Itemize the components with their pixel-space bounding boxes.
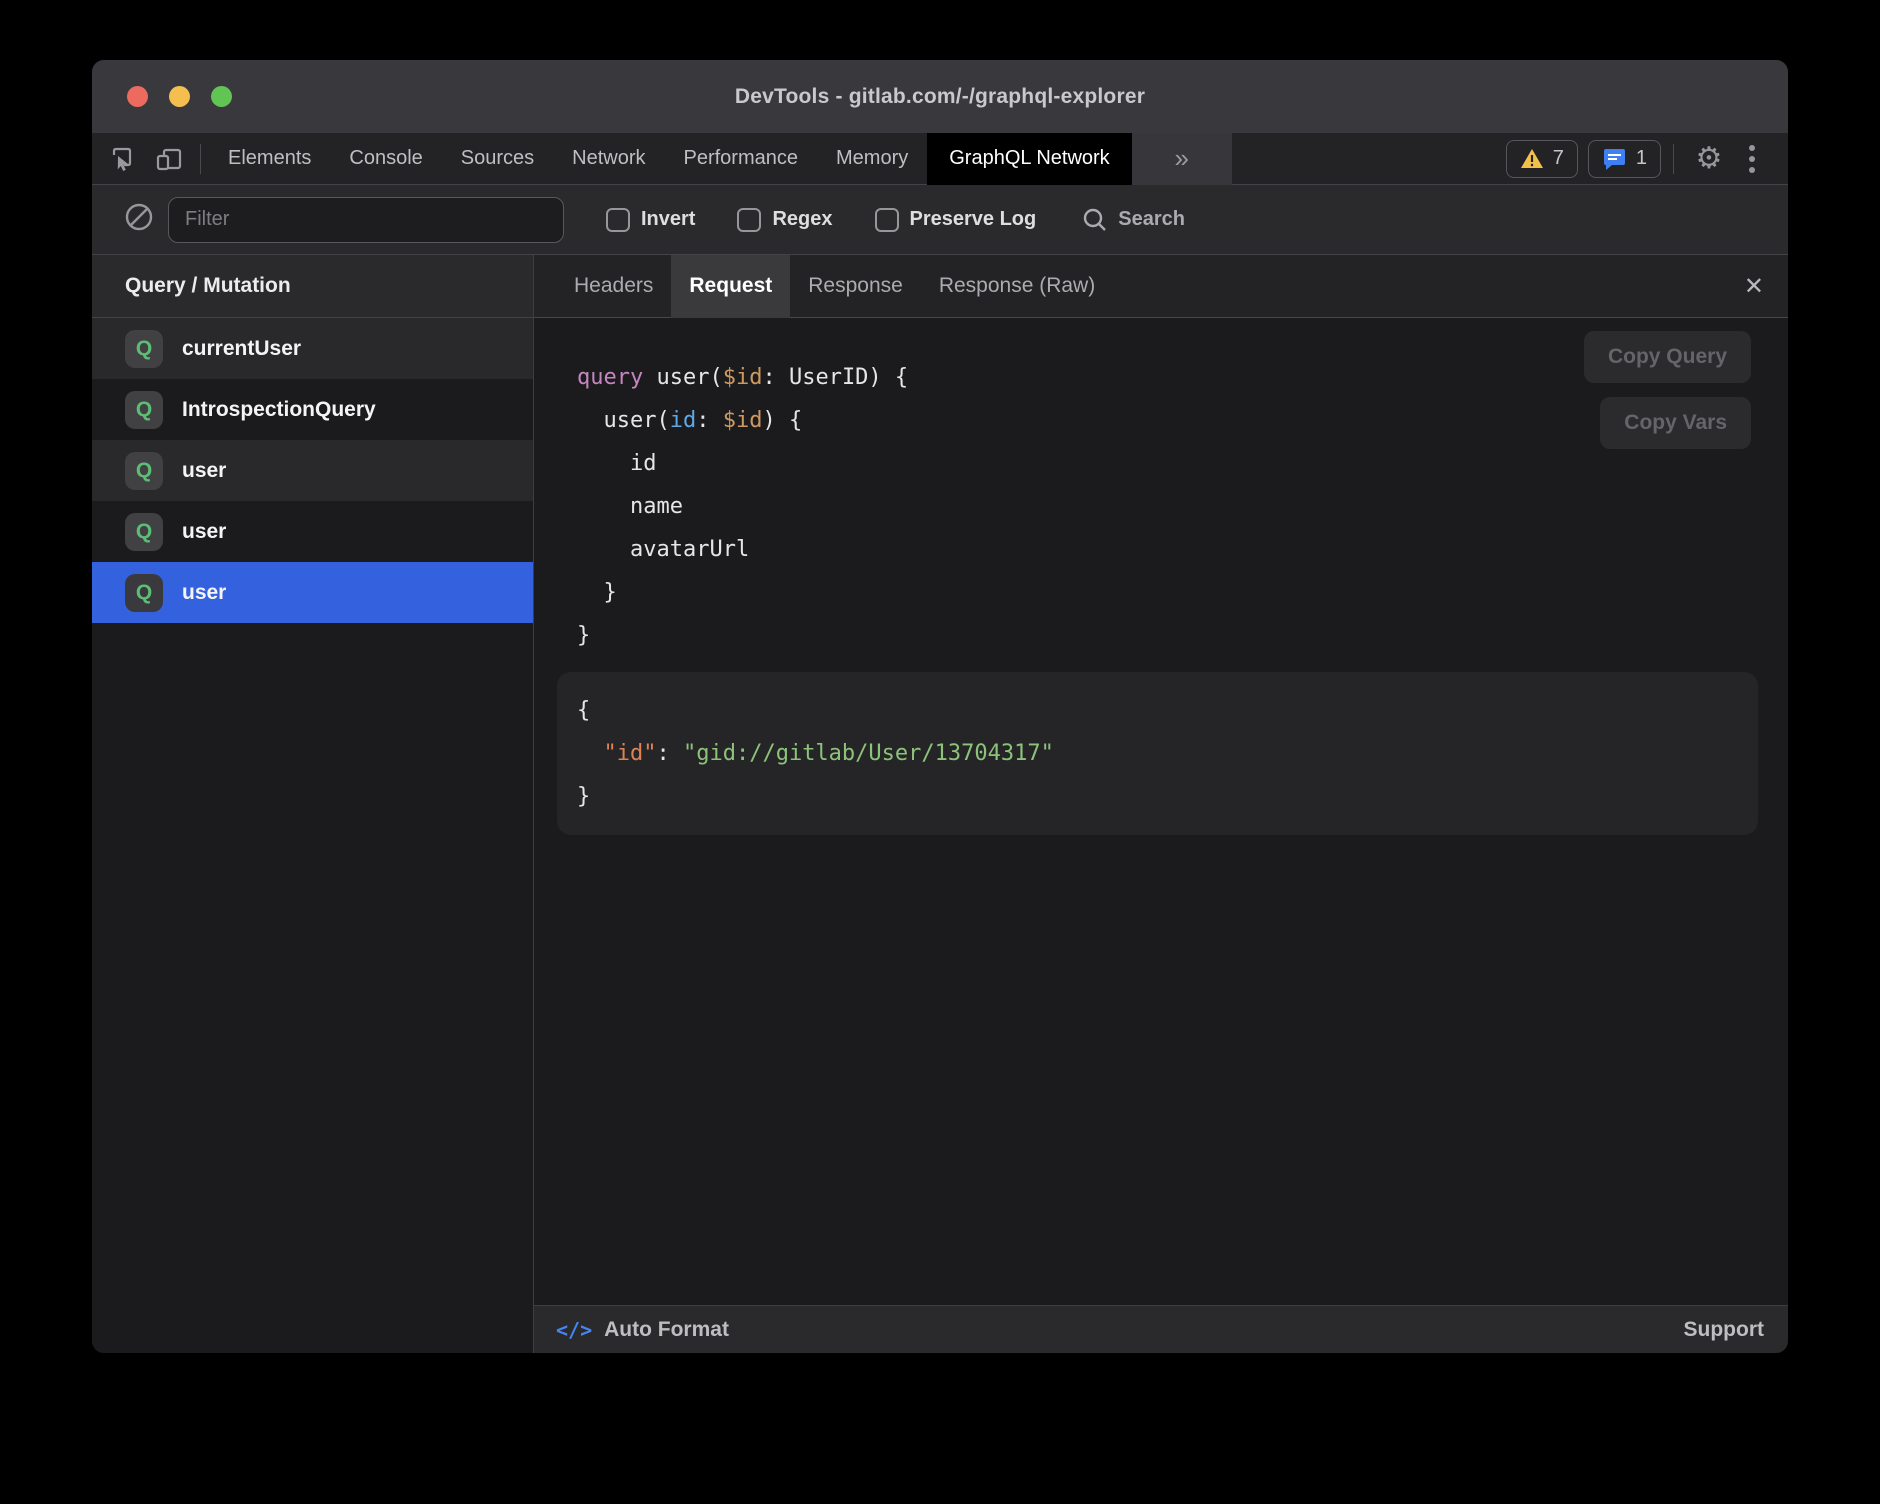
- code-brackets-icon: </>: [556, 1318, 592, 1342]
- inspect-element-icon[interactable]: [100, 133, 146, 185]
- tab-response-raw[interactable]: Response (Raw): [921, 255, 1113, 318]
- filter-input[interactable]: [168, 197, 564, 243]
- code-line: }: [577, 775, 1758, 818]
- invert-label: Invert: [641, 208, 695, 231]
- issues-count: 1: [1636, 147, 1647, 170]
- device-toolbar-icon[interactable]: [146, 133, 192, 185]
- warnings-badge[interactable]: 7: [1506, 140, 1578, 178]
- window-title: DevTools - gitlab.com/-/graphql-explorer: [735, 85, 1145, 109]
- issues-badge[interactable]: 1: [1588, 140, 1661, 178]
- more-tabs-button[interactable]: »: [1132, 133, 1232, 185]
- copy-query-button[interactable]: Copy Query: [1584, 331, 1751, 383]
- detail-footer: </> Auto Format Support: [534, 1305, 1788, 1353]
- tab-headers[interactable]: Headers: [556, 255, 671, 318]
- code-line: name: [577, 485, 1788, 528]
- tab-graphql-network[interactable]: GraphQL Network: [927, 133, 1131, 185]
- query-name-label: currentUser: [182, 337, 301, 361]
- query-name-label: IntrospectionQuery: [182, 398, 376, 422]
- query-list-item[interactable]: Q IntrospectionQuery: [92, 379, 533, 440]
- tab-network[interactable]: Network: [553, 133, 664, 185]
- query-list-item[interactable]: Quser: [92, 501, 533, 562]
- preserve-log-label: Preserve Log: [910, 208, 1037, 231]
- regex-checkbox[interactable]: Regex: [737, 208, 832, 232]
- query-type-badge: Q: [125, 513, 163, 551]
- tab-performance[interactable]: Performance: [665, 133, 818, 185]
- request-variables: { "id": "gid://gitlab/User/13704317"}: [557, 672, 1758, 835]
- detail-panel: Headers Request Response Response (Raw) …: [534, 255, 1788, 1353]
- minimize-window-button[interactable]: [169, 86, 190, 107]
- settings-gear-icon[interactable]: ⚙: [1686, 141, 1732, 176]
- query-type-badge: Q: [125, 391, 163, 429]
- divider: [1673, 144, 1674, 174]
- more-options-icon[interactable]: [1732, 145, 1772, 173]
- close-detail-icon[interactable]: ✕: [1744, 272, 1764, 301]
- query-name-label: user: [182, 520, 226, 544]
- tab-console[interactable]: Console: [330, 133, 441, 185]
- query-list-item[interactable]: QcurrentUser: [92, 318, 533, 379]
- code-line: }: [577, 614, 1788, 657]
- title-bar: DevTools - gitlab.com/-/graphql-explorer: [92, 60, 1788, 133]
- code-line: {: [577, 689, 1758, 732]
- tab-bar-right-cluster: 7 1 ⚙: [1496, 140, 1788, 178]
- checkbox-icon: [606, 208, 630, 232]
- main-split: Query / Mutation QcurrentUserQIntrospect…: [92, 255, 1788, 1353]
- query-list-item[interactable]: Quser: [92, 562, 533, 623]
- warning-count: 7: [1553, 147, 1564, 170]
- preserve-log-checkbox[interactable]: Preserve Log: [875, 208, 1037, 232]
- tab-sources[interactable]: Sources: [442, 133, 553, 185]
- invert-checkbox[interactable]: Invert: [606, 208, 695, 232]
- auto-format-button[interactable]: Auto Format: [604, 1318, 729, 1342]
- clear-block-icon[interactable]: [124, 202, 154, 237]
- code-line: }: [577, 571, 1788, 614]
- tab-response[interactable]: Response: [790, 255, 921, 318]
- request-body: query user($id: UserID) { user(id: $id) …: [534, 318, 1788, 1305]
- tab-memory[interactable]: Memory: [817, 133, 927, 185]
- code-line: avatarUrl: [577, 528, 1788, 571]
- regex-label: Regex: [772, 208, 832, 231]
- query-list: QcurrentUserQIntrospectionQueryQuserQuse…: [92, 318, 533, 623]
- support-link[interactable]: Support: [1684, 1318, 1764, 1342]
- query-list-panel: Query / Mutation QcurrentUserQIntrospect…: [92, 255, 534, 1353]
- query-list-item[interactable]: Quser: [92, 440, 533, 501]
- query-type-badge: Q: [125, 330, 163, 368]
- zoom-window-button[interactable]: [211, 86, 232, 107]
- traffic-lights: [127, 60, 232, 133]
- warning-triangle-icon: [1520, 148, 1544, 170]
- code-line: "id": "gid://gitlab/User/13704317": [577, 732, 1758, 775]
- copy-vars-button[interactable]: Copy Vars: [1600, 397, 1751, 449]
- close-window-button[interactable]: [127, 86, 148, 107]
- search-label: Search: [1118, 208, 1185, 231]
- filter-toolbar: Invert Regex Preserve Log Search: [92, 185, 1788, 255]
- devtools-tab-bar: Elements Console Sources Network Perform…: [92, 133, 1788, 185]
- message-bubble-icon: [1602, 147, 1627, 171]
- query-list-header: Query / Mutation: [92, 255, 533, 318]
- search-icon: [1082, 207, 1108, 233]
- query-type-badge: Q: [125, 452, 163, 490]
- tab-elements[interactable]: Elements: [209, 133, 330, 185]
- search-button[interactable]: Search: [1082, 207, 1185, 233]
- devtools-window: DevTools - gitlab.com/-/graphql-explorer…: [92, 60, 1788, 1353]
- detail-tab-bar: Headers Request Response Response (Raw) …: [534, 255, 1788, 318]
- divider: [200, 144, 201, 174]
- query-name-label: user: [182, 459, 226, 483]
- checkbox-icon: [737, 208, 761, 232]
- query-name-label: user: [182, 581, 226, 605]
- tab-request[interactable]: Request: [671, 255, 790, 318]
- checkbox-icon: [875, 208, 899, 232]
- query-type-badge: Q: [125, 574, 163, 612]
